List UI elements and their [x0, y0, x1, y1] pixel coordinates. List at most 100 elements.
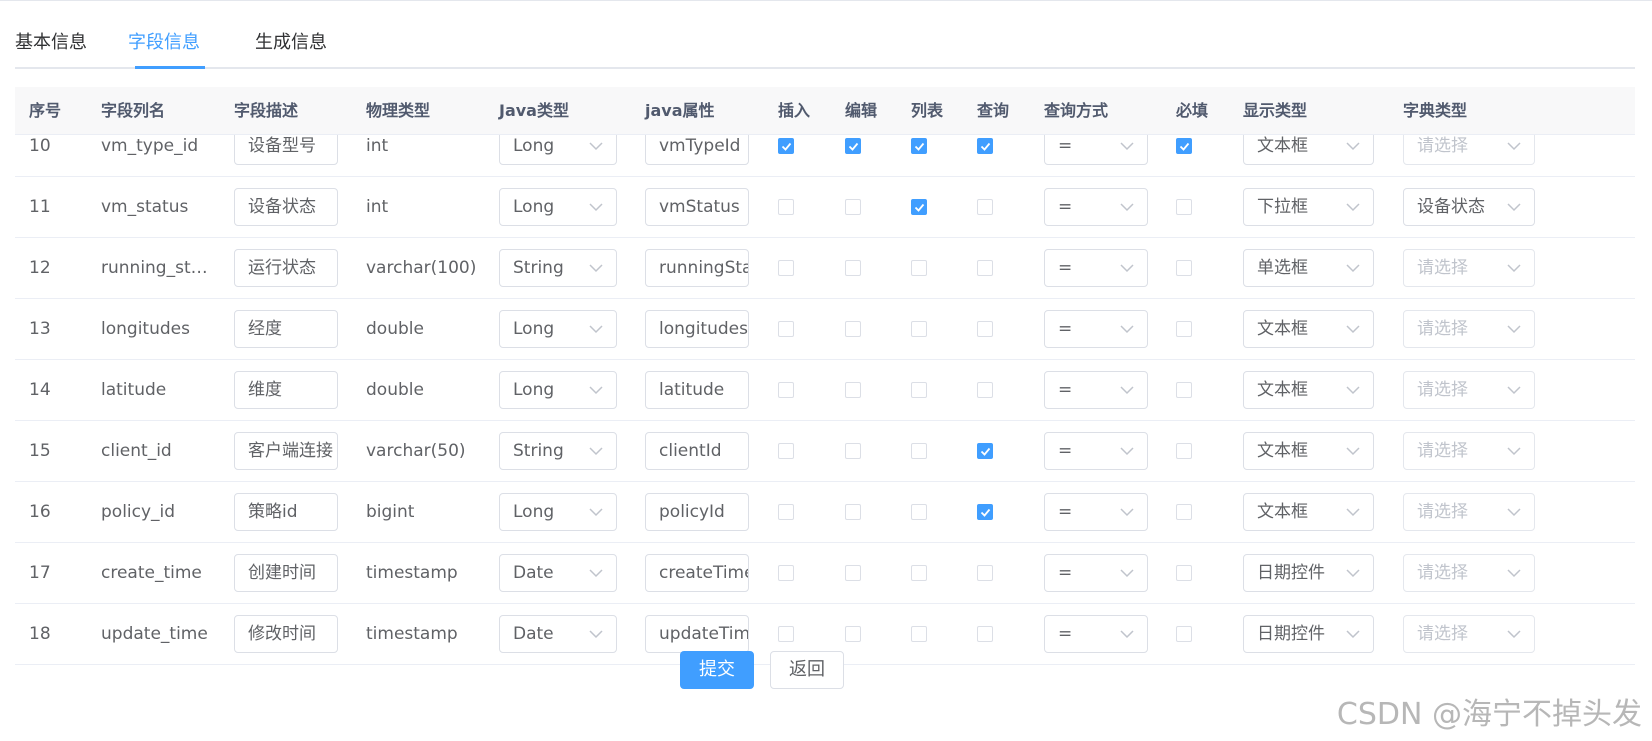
query-type-select[interactable]: = — [1044, 432, 1148, 470]
list-checkbox[interactable] — [911, 321, 927, 337]
list-checkbox[interactable] — [911, 260, 927, 276]
edit-checkbox[interactable] — [845, 626, 861, 642]
description-input[interactable]: 经度 — [234, 310, 338, 348]
table-body[interactable]: 10 vm_type_id 设备型号 int Long vmTypeId = 文本框 请选择 11… — [15, 135, 1635, 677]
required-checkbox[interactable] — [1176, 138, 1192, 154]
query-checkbox[interactable] — [977, 565, 993, 581]
edit-checkbox[interactable] — [845, 504, 861, 520]
html-type-select[interactable]: 文本框 — [1243, 135, 1374, 165]
query-checkbox[interactable] — [977, 260, 993, 276]
required-checkbox[interactable] — [1176, 199, 1192, 215]
query-type-select[interactable]: = — [1044, 188, 1148, 226]
insert-checkbox[interactable] — [778, 443, 794, 459]
tab-generate-info[interactable]: 生成信息 — [255, 28, 327, 68]
query-type-select[interactable]: = — [1044, 135, 1148, 165]
html-type-select[interactable]: 文本框 — [1243, 493, 1374, 531]
description-input[interactable]: 客户端连接 — [234, 432, 338, 470]
required-checkbox[interactable] — [1176, 321, 1192, 337]
html-type-select[interactable]: 下拉框 — [1243, 188, 1374, 226]
query-type-select[interactable]: = — [1044, 371, 1148, 409]
description-input[interactable]: 修改时间 — [234, 615, 338, 653]
list-checkbox[interactable] — [911, 138, 927, 154]
back-button[interactable]: 返回 — [770, 651, 844, 689]
required-checkbox[interactable] — [1176, 443, 1192, 459]
insert-checkbox[interactable] — [778, 321, 794, 337]
required-checkbox[interactable] — [1176, 504, 1192, 520]
java-type-select[interactable]: Long — [499, 493, 617, 531]
insert-checkbox[interactable] — [778, 199, 794, 215]
insert-checkbox[interactable] — [778, 382, 794, 398]
description-input[interactable]: 设备状态 — [234, 188, 338, 226]
edit-checkbox[interactable] — [845, 443, 861, 459]
java-type-select[interactable]: Long — [499, 310, 617, 348]
query-type-select[interactable]: = — [1044, 493, 1148, 531]
query-checkbox[interactable] — [977, 382, 993, 398]
description-input[interactable]: 维度 — [234, 371, 338, 409]
description-input[interactable]: 运行状态 — [234, 249, 338, 287]
java-type-select[interactable]: String — [499, 432, 617, 470]
java-field-input[interactable]: createTime — [645, 554, 749, 592]
required-checkbox[interactable] — [1176, 260, 1192, 276]
submit-button[interactable]: 提交 — [680, 651, 754, 689]
required-checkbox[interactable] — [1176, 382, 1192, 398]
java-type-select[interactable]: String — [499, 249, 617, 287]
java-field-input[interactable]: policyId — [645, 493, 749, 531]
description-input[interactable]: 设备型号 — [234, 135, 338, 165]
query-checkbox[interactable] — [977, 504, 993, 520]
edit-checkbox[interactable] — [845, 565, 861, 581]
java-type-select[interactable]: Date — [499, 615, 617, 653]
list-checkbox[interactable] — [911, 443, 927, 459]
dict-type-select[interactable]: 设备状态 — [1403, 188, 1535, 226]
java-field-input[interactable]: clientId — [645, 432, 749, 470]
query-checkbox[interactable] — [977, 138, 993, 154]
dict-type-select[interactable]: 请选择 — [1403, 432, 1535, 470]
query-type-select[interactable]: = — [1044, 249, 1148, 287]
edit-checkbox[interactable] — [845, 260, 861, 276]
java-type-select[interactable]: Long — [499, 371, 617, 409]
dict-type-select[interactable]: 请选择 — [1403, 249, 1535, 287]
query-checkbox[interactable] — [977, 199, 993, 215]
list-checkbox[interactable] — [911, 504, 927, 520]
query-checkbox[interactable] — [977, 626, 993, 642]
dict-type-select[interactable]: 请选择 — [1403, 371, 1535, 409]
html-type-select[interactable]: 日期控件 — [1243, 554, 1374, 592]
edit-checkbox[interactable] — [845, 138, 861, 154]
insert-checkbox[interactable] — [778, 504, 794, 520]
required-checkbox[interactable] — [1176, 626, 1192, 642]
edit-checkbox[interactable] — [845, 382, 861, 398]
html-type-select[interactable]: 单选框 — [1243, 249, 1374, 287]
dict-type-select[interactable]: 请选择 — [1403, 135, 1535, 165]
dict-type-select[interactable]: 请选择 — [1403, 493, 1535, 531]
insert-checkbox[interactable] — [778, 565, 794, 581]
java-field-input[interactable]: latitude — [645, 371, 749, 409]
insert-checkbox[interactable] — [778, 138, 794, 154]
description-input[interactable]: 创建时间 — [234, 554, 338, 592]
list-checkbox[interactable] — [911, 626, 927, 642]
tab-field-info[interactable]: 字段信息 — [128, 28, 200, 68]
java-field-input[interactable]: longitudes — [645, 310, 749, 348]
html-type-select[interactable]: 文本框 — [1243, 432, 1374, 470]
query-checkbox[interactable] — [977, 321, 993, 337]
java-type-select[interactable]: Long — [499, 135, 617, 165]
insert-checkbox[interactable] — [778, 260, 794, 276]
dict-type-select[interactable]: 请选择 — [1403, 310, 1535, 348]
required-checkbox[interactable] — [1176, 565, 1192, 581]
html-type-select[interactable]: 文本框 — [1243, 310, 1374, 348]
edit-checkbox[interactable] — [845, 321, 861, 337]
dict-type-select[interactable]: 请选择 — [1403, 554, 1535, 592]
query-type-select[interactable]: = — [1044, 554, 1148, 592]
description-input[interactable]: 策略id — [234, 493, 338, 531]
java-field-input[interactable]: updateTime — [645, 615, 749, 653]
java-field-input[interactable]: vmTypeId — [645, 135, 749, 165]
insert-checkbox[interactable] — [778, 626, 794, 642]
query-checkbox[interactable] — [977, 443, 993, 459]
html-type-select[interactable]: 文本框 — [1243, 371, 1374, 409]
list-checkbox[interactable] — [911, 565, 927, 581]
list-checkbox[interactable] — [911, 382, 927, 398]
query-type-select[interactable]: = — [1044, 615, 1148, 653]
list-checkbox[interactable] — [911, 199, 927, 215]
java-field-input[interactable]: runningSta — [645, 249, 749, 287]
java-field-input[interactable]: vmStatus — [645, 188, 749, 226]
dict-type-select[interactable]: 请选择 — [1403, 615, 1535, 653]
query-type-select[interactable]: = — [1044, 310, 1148, 348]
